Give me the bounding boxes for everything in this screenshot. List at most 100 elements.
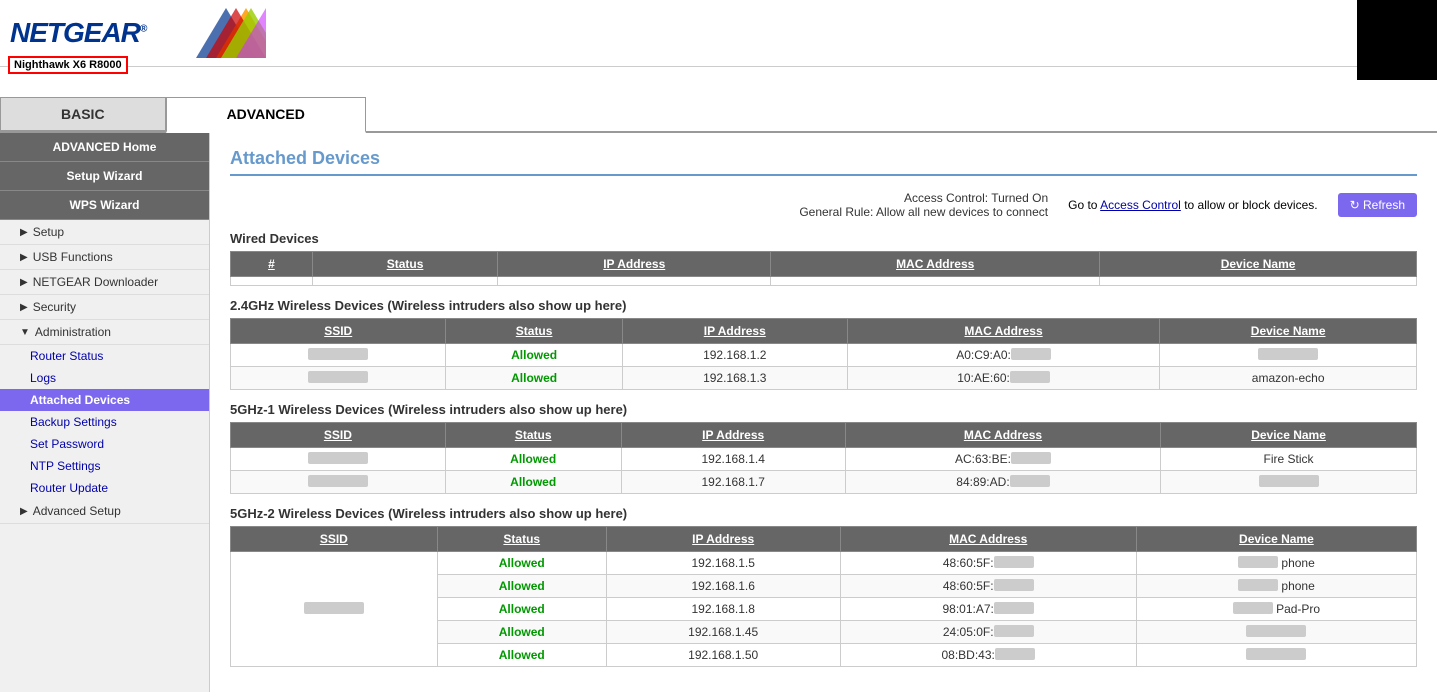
- mac-blurred: [995, 648, 1035, 660]
- arrow-icon: ▶: [20, 277, 28, 288]
- col-ip[interactable]: IP Address: [622, 319, 847, 344]
- wireless-5g1-section-title: 5GHz-1 Wireless Devices (Wireless intrud…: [230, 402, 1417, 417]
- wired-section-title: Wired Devices: [230, 231, 1417, 246]
- sidebar-item-advanced-setup[interactable]: ▶ Advanced Setup: [0, 499, 209, 524]
- status-cell: Allowed: [437, 552, 606, 575]
- arrow-icon: ▶: [20, 506, 28, 517]
- ssid-blurred: [304, 602, 364, 614]
- wired-col-num[interactable]: #: [231, 252, 313, 277]
- model-label: Nighthawk X6 R8000: [8, 56, 128, 74]
- mac-blurred: [1010, 475, 1050, 487]
- col-mac[interactable]: MAC Address: [845, 423, 1160, 448]
- status-cell: Allowed: [437, 598, 606, 621]
- arrow-icon: ▶: [20, 227, 28, 238]
- col-status[interactable]: Status: [446, 319, 622, 344]
- col-ssid[interactable]: SSID: [231, 319, 446, 344]
- wired-table: # Status IP Address MAC Address Device N…: [230, 251, 1417, 286]
- tab-advanced[interactable]: ADVANCED: [166, 97, 366, 133]
- sidebar-subitem-router-update[interactable]: Router Update: [0, 477, 209, 499]
- sidebar-item-label: USB Functions: [33, 250, 113, 264]
- name-blurred: [1238, 556, 1278, 568]
- wired-col-name[interactable]: Device Name: [1100, 252, 1417, 277]
- col-mac[interactable]: MAC Address: [847, 319, 1160, 344]
- status-cell: Allowed: [445, 448, 621, 471]
- refresh-button[interactable]: ↻ Refresh: [1338, 193, 1417, 217]
- sidebar-item-usb-functions[interactable]: ▶ USB Functions: [0, 245, 209, 270]
- mac-blurred: [994, 625, 1034, 637]
- table-row: [231, 277, 1417, 286]
- access-control-text: Access Control: Turned On: [799, 191, 1048, 205]
- status-cell: Allowed: [446, 367, 622, 390]
- sidebar-subitem-set-password[interactable]: Set Password: [0, 433, 209, 455]
- access-suffix: to allow or block devices.: [1181, 198, 1318, 212]
- col-name[interactable]: Device Name: [1136, 527, 1416, 552]
- col-ssid[interactable]: SSID: [231, 527, 438, 552]
- mac-blurred: [994, 579, 1034, 591]
- sidebar-item-setup[interactable]: ▶ Setup: [0, 220, 209, 245]
- col-mac[interactable]: MAC Address: [840, 527, 1136, 552]
- sidebar-item-label: NETGEAR Downloader: [33, 275, 158, 289]
- sidebar-subitem-backup-settings[interactable]: Backup Settings: [0, 411, 209, 433]
- name-blurred: [1233, 602, 1273, 614]
- wireless-24-table: SSID Status IP Address MAC Address Devic…: [230, 318, 1417, 390]
- header: NETGEAR® Nighthawk X6 R8000: [0, 0, 1437, 67]
- wireless-5g2-section-title: 5GHz-2 Wireless Devices (Wireless intrud…: [230, 506, 1417, 521]
- sidebar-item-label: Security: [33, 300, 76, 314]
- sidebar-subitem-router-status[interactable]: Router Status: [0, 345, 209, 367]
- col-name[interactable]: Device Name: [1161, 423, 1417, 448]
- sidebar-btn-setup-wizard[interactable]: Setup Wizard: [0, 162, 209, 191]
- sidebar-item-security[interactable]: ▶ Security: [0, 295, 209, 320]
- logo-text: NETGEAR: [10, 17, 140, 48]
- wired-col-mac[interactable]: MAC Address: [771, 252, 1100, 277]
- col-ip[interactable]: IP Address: [606, 527, 840, 552]
- tab-basic[interactable]: BASIC: [0, 97, 166, 131]
- col-ip[interactable]: IP Address: [621, 423, 845, 448]
- wired-col-ip[interactable]: IP Address: [498, 252, 771, 277]
- ssid-blurred: [308, 475, 368, 487]
- status-cell: Allowed: [437, 575, 606, 598]
- access-prefix: Go to: [1068, 198, 1100, 212]
- col-status[interactable]: Status: [445, 423, 621, 448]
- table-row: Allowed 192.168.1.5 48:60:5F: phone: [231, 552, 1417, 575]
- sidebar-subitem-ntp-settings[interactable]: NTP Settings: [0, 455, 209, 477]
- wired-col-status[interactable]: Status: [312, 252, 497, 277]
- page-title: Attached Devices: [230, 148, 1417, 176]
- sidebar-subitem-attached-devices[interactable]: Attached Devices: [0, 389, 209, 411]
- status-cell: Allowed: [445, 471, 621, 494]
- col-name[interactable]: Device Name: [1160, 319, 1417, 344]
- ssid-blurred: [308, 348, 368, 360]
- access-bar: Access Control: Turned On General Rule: …: [230, 191, 1417, 219]
- table-row: Allowed 192.168.1.3 10:AE:60: amazon-ech…: [231, 367, 1417, 390]
- sidebar-btn-wps-wizard[interactable]: WPS Wizard: [0, 191, 209, 220]
- mac-blurred: [994, 556, 1034, 568]
- access-control-link[interactable]: Access Control: [1100, 198, 1181, 212]
- logo: NETGEAR®: [10, 17, 146, 49]
- sidebar-subitem-logs[interactable]: Logs: [0, 367, 209, 389]
- black-box: [1357, 0, 1437, 80]
- sidebar-item-administration[interactable]: ▼ Administration: [0, 320, 209, 345]
- wireless-5g1-table: SSID Status IP Address MAC Address Devic…: [230, 422, 1417, 494]
- ssid-blurred: [308, 452, 368, 464]
- status-cell: Allowed: [446, 344, 622, 367]
- logo-sup: ®: [140, 24, 146, 35]
- sidebar-item-netgear-downloader[interactable]: ▶ NETGEAR Downloader: [0, 270, 209, 295]
- mac-blurred: [994, 602, 1034, 614]
- sidebar: ADVANCED Home Setup Wizard WPS Wizard ▶ …: [0, 133, 210, 692]
- col-status[interactable]: Status: [437, 527, 606, 552]
- name-blurred: [1258, 348, 1318, 360]
- wireless-24-section-title: 2.4GHz Wireless Devices (Wireless intrud…: [230, 298, 1417, 313]
- main-layout: ADVANCED Home Setup Wizard WPS Wizard ▶ …: [0, 133, 1437, 692]
- sidebar-btn-advanced-home[interactable]: ADVANCED Home: [0, 133, 209, 162]
- mac-blurred: [1010, 371, 1050, 383]
- tabs-bar: BASIC ADVANCED: [0, 97, 1437, 133]
- name-blurred: [1259, 475, 1319, 487]
- sidebar-item-label: Advanced Setup: [33, 504, 121, 518]
- col-ssid[interactable]: SSID: [231, 423, 446, 448]
- arrow-icon: ▼: [20, 327, 30, 338]
- status-cell: Allowed: [437, 644, 606, 667]
- name-blurred: [1246, 625, 1306, 637]
- status-cell: Allowed: [437, 621, 606, 644]
- arrow-icon: ▶: [20, 252, 28, 263]
- table-row: Allowed 192.168.1.7 84:89:AD:: [231, 471, 1417, 494]
- sidebar-item-label: Setup: [33, 225, 64, 239]
